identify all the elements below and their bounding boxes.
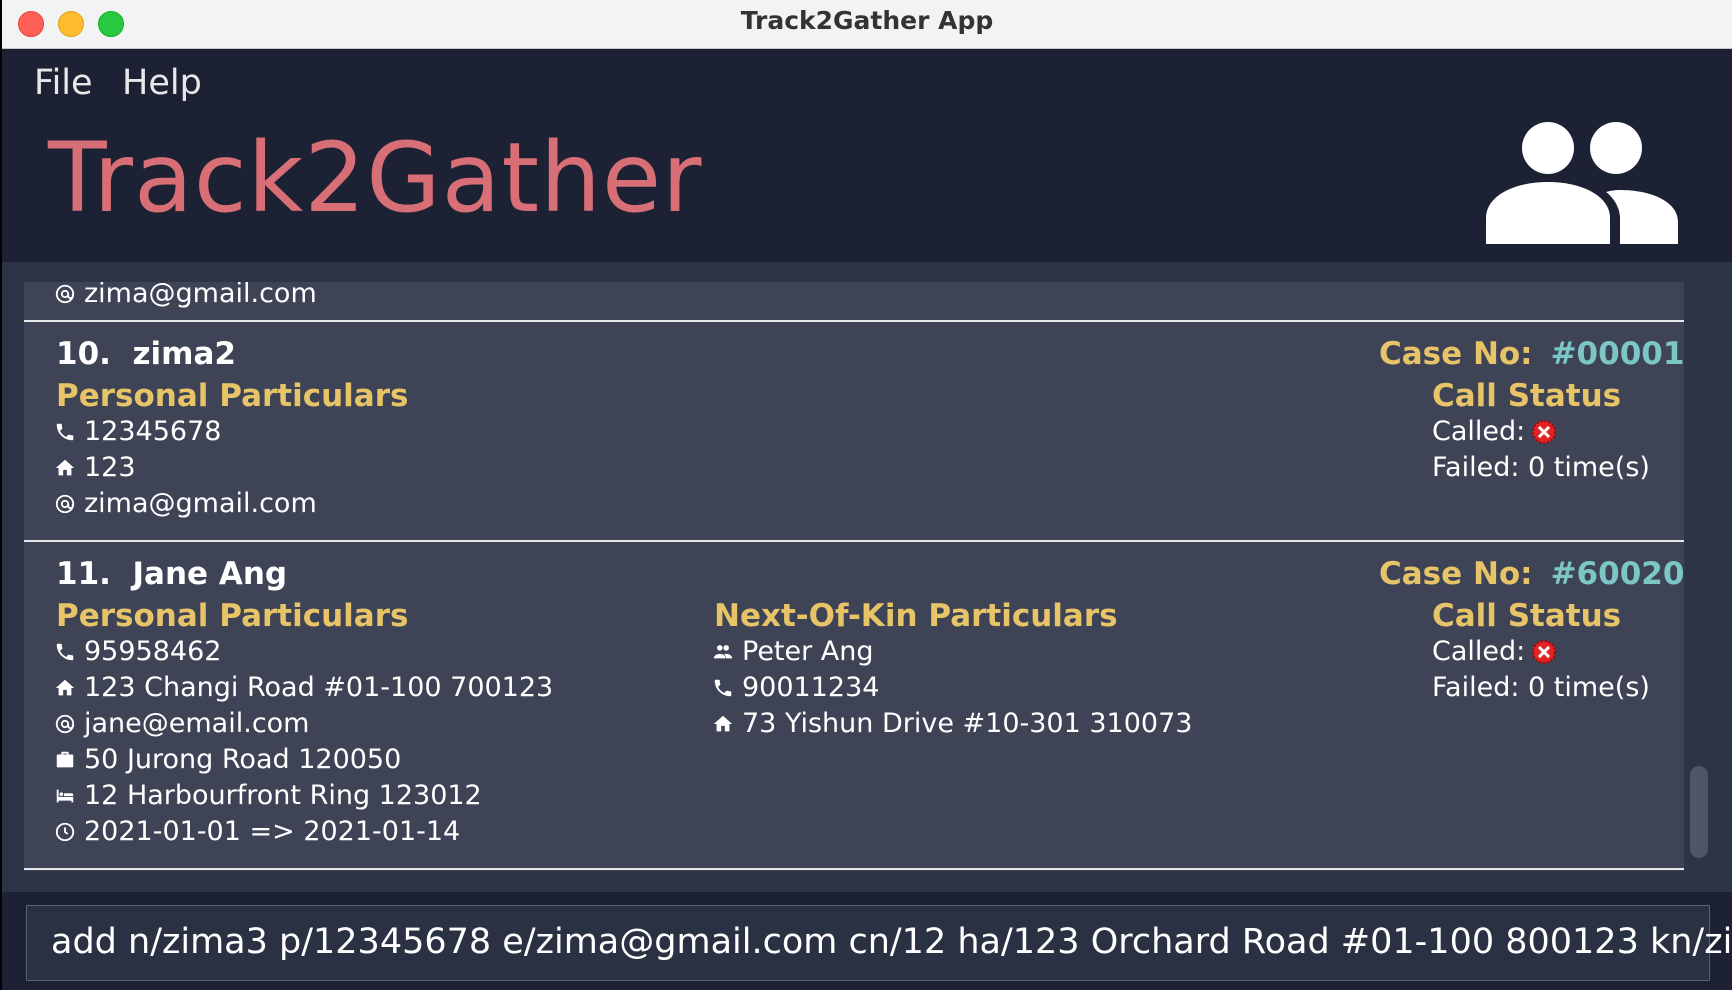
person-name: Jane Ang xyxy=(132,556,288,592)
email-icon xyxy=(54,283,76,305)
person-work-address: 50 Jurong Road 120050 xyxy=(84,744,402,775)
menu-file[interactable]: File xyxy=(34,63,93,103)
person-quarantine-period: 2021-01-01 => 2021-01-14 xyxy=(84,816,461,847)
failed-count: Failed: 0 time(s) xyxy=(1432,452,1650,483)
home-icon xyxy=(712,713,734,735)
phone-icon xyxy=(54,641,76,663)
nok-address: 73 Yishun Drive #10-301 310073 xyxy=(742,708,1193,739)
email-icon xyxy=(54,493,76,515)
called-label: Called: xyxy=(1432,636,1526,667)
called-label: Called: xyxy=(1432,416,1526,447)
case-label: Case No: xyxy=(1379,556,1533,592)
personal-particulars-header: Personal Particulars xyxy=(56,378,409,414)
people-icon xyxy=(712,641,734,663)
bed-icon xyxy=(54,785,76,807)
case-number-value: #600204 xyxy=(1550,556,1684,592)
failed-count: Failed: 0 time(s) xyxy=(1432,672,1650,703)
case-number: Case No: #000011 xyxy=(1379,336,1684,372)
command-input-text[interactable]: add n/zima3 p/12345678 e/zima@gmail.com … xyxy=(51,922,1732,962)
case-number: Case No: #600204 xyxy=(1379,556,1684,592)
person-index: 10. xyxy=(56,336,111,372)
clock-icon xyxy=(54,821,76,843)
people-logo-icon xyxy=(1486,122,1678,244)
call-status-header: Call Status xyxy=(1432,378,1622,414)
case-number-value: #000011 xyxy=(1550,336,1684,372)
home-icon xyxy=(54,677,76,699)
person-email: jane@email.com xyxy=(84,708,310,739)
call-status-header: Call Status xyxy=(1432,598,1622,634)
list-item[interactable]: 11. Jane Ang Case No: #600204 Personal Pa… xyxy=(24,542,1684,870)
person-address: 123 xyxy=(84,452,136,483)
window-title: Track2Gather App xyxy=(740,6,994,35)
person-email: zima@gmail.com xyxy=(84,282,317,309)
person-quarantine-address: 12 Harbourfront Ring 123012 xyxy=(84,780,482,811)
app-window: Track2Gather App File Help Track2Gather … xyxy=(2,0,1732,990)
nok-phone: 90011234 xyxy=(742,672,880,703)
personal-particulars-header: Personal Particulars xyxy=(56,598,409,634)
phone-icon xyxy=(54,421,76,443)
person-phone: 12345678 xyxy=(84,416,222,447)
home-icon xyxy=(54,457,76,479)
app-brand-title: Track2Gather xyxy=(48,122,703,234)
next-of-kin-header: Next-Of-Kin Particulars xyxy=(714,598,1118,634)
list-item[interactable]: zima@gmail.com xyxy=(24,282,1684,322)
title-bar: Track2Gather App xyxy=(2,0,1732,49)
menu-bar: File Help xyxy=(2,49,1732,121)
briefcase-icon xyxy=(54,749,76,771)
person-list[interactable]: zima@gmail.com 10. zima2 Case No: #000011… xyxy=(24,282,1684,871)
not-called-x-icon xyxy=(1531,419,1557,445)
command-input[interactable]: add n/zima3 p/12345678 e/zima@gmail.com … xyxy=(26,905,1732,981)
list-item[interactable]: 10. zima2 Case No: #000011 Personal Parti… xyxy=(24,322,1684,542)
person-name: zima2 xyxy=(132,336,236,372)
list-scrollbar[interactable] xyxy=(1690,766,1708,858)
person-email: zima@gmail.com xyxy=(84,488,317,519)
nok-name: Peter Ang xyxy=(742,636,874,667)
case-label: Case No: xyxy=(1379,336,1533,372)
phone-icon xyxy=(712,677,734,699)
email-icon xyxy=(54,713,76,735)
person-phone: 95958462 xyxy=(84,636,222,667)
not-called-x-icon xyxy=(1531,639,1557,665)
menu-help[interactable]: Help xyxy=(122,63,202,103)
person-address: 123 Changi Road #01-100 700123 xyxy=(84,672,554,703)
person-index: 11. xyxy=(56,556,111,592)
